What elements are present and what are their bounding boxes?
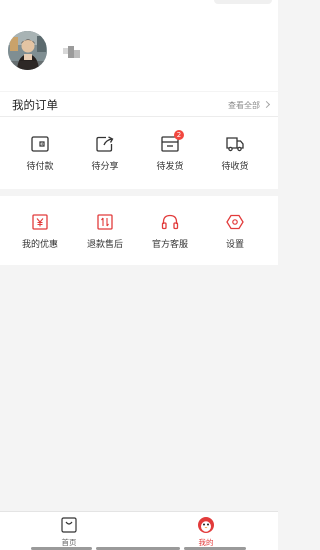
status-pill xyxy=(214,0,272,4)
order-item-pending-payment[interactable]: 待付款 xyxy=(10,135,70,175)
share-icon xyxy=(95,135,115,153)
my-orders-card: 我的订单 查看全部 待付款 待分享 2 待发货 待收货 xyxy=(0,92,278,189)
orders-header[interactable]: 我的订单 查看全部 xyxy=(0,92,278,117)
user-avatar-photo-icon xyxy=(8,31,47,70)
order-item-pending-share[interactable]: 待分享 xyxy=(75,135,135,175)
tab-mine[interactable]: 我的 xyxy=(171,516,241,550)
order-item-pending-receipt[interactable]: 待收货 xyxy=(205,135,265,175)
penguin-icon xyxy=(197,516,215,534)
service-item-refunds[interactable]: 退款售后 xyxy=(75,213,135,253)
avatar[interactable] xyxy=(8,31,47,70)
order-status-row: 待付款 待分享 2 待发货 待收货 xyxy=(0,130,278,175)
service-item-coupons[interactable]: 我的优惠 xyxy=(10,213,70,253)
service-item-label: 设置 xyxy=(225,240,244,250)
settings-icon xyxy=(225,213,245,231)
order-item-label: 待分享 xyxy=(91,162,119,172)
package-icon: 2 xyxy=(160,130,184,153)
orders-title: 我的订单 xyxy=(12,98,58,112)
service-item-customer-service[interactable]: 官方客服 xyxy=(140,213,200,253)
username-blurred xyxy=(63,46,81,59)
service-item-label: 我的优惠 xyxy=(21,240,58,250)
chevron-right-icon xyxy=(262,100,271,109)
coupon-icon xyxy=(30,213,50,231)
service-item-label: 退款售后 xyxy=(86,240,123,250)
profile-header xyxy=(0,0,278,91)
notification-badge: 2 xyxy=(174,130,184,140)
services-card: 我的优惠 退款售后 官方客服 设置 xyxy=(0,196,278,265)
bottom-tab-bar: 首页 我的 xyxy=(0,511,278,550)
tab-home[interactable]: 首页 xyxy=(34,516,104,550)
order-item-label: 待付款 xyxy=(26,162,54,172)
shopping-bag-icon xyxy=(60,516,78,534)
refund-icon xyxy=(95,213,115,231)
headset-icon xyxy=(160,213,180,231)
service-item-label: 官方客服 xyxy=(151,240,188,250)
service-item-settings[interactable]: 设置 xyxy=(205,213,265,253)
order-item-label: 待发货 xyxy=(156,162,184,172)
truck-icon xyxy=(225,135,245,153)
order-item-label: 待收货 xyxy=(221,162,249,172)
wallet-icon xyxy=(30,135,50,153)
view-all-orders-link[interactable]: 查看全部 xyxy=(228,100,260,111)
order-item-pending-shipment[interactable]: 2 待发货 xyxy=(140,130,200,175)
